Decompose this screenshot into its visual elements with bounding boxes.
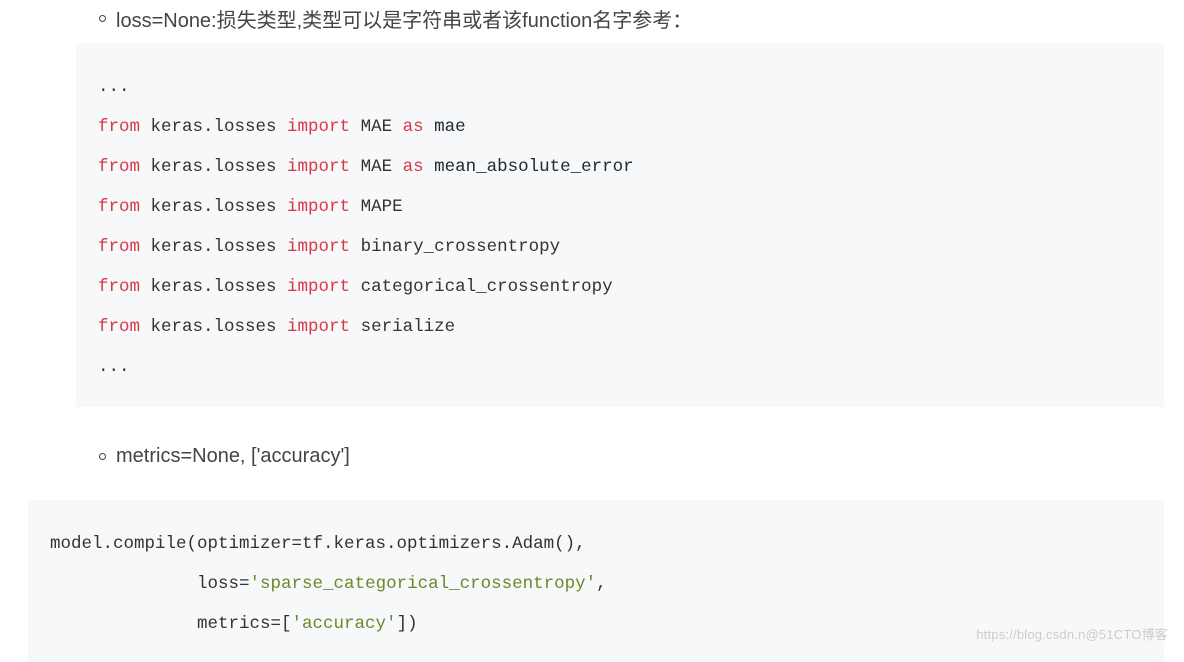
code-line: from keras.losses import MAE as mae bbox=[98, 107, 1142, 147]
bullet-icon bbox=[99, 15, 106, 22]
code-line: from keras.losses import serialize bbox=[98, 307, 1142, 347]
code-line: model.compile(optimizer=tf.keras.optimiz… bbox=[50, 524, 1142, 564]
code-line: ... bbox=[98, 347, 1142, 387]
watermark: https://blog.csdn.n@51CTO博客 bbox=[976, 624, 1168, 643]
code-line: from keras.losses import binary_crossent… bbox=[98, 227, 1142, 267]
code-line: ... bbox=[98, 67, 1142, 107]
bullet-loss: loss=None:损失类型,类型可以是字符串或者该function名字参考： bbox=[0, 0, 1184, 43]
code-line: from keras.losses import MAPE bbox=[98, 187, 1142, 227]
bullet-metrics-text: metrics=None, ['accuracy'] bbox=[116, 445, 350, 468]
code-block-losses: ... from keras.losses import MAE as mae … bbox=[76, 43, 1164, 407]
bullet-loss-text: loss=None:损失类型,类型可以是字符串或者该function名字参考： bbox=[116, 4, 692, 33]
code-line: loss='sparse_categorical_crossentropy', bbox=[50, 564, 1142, 604]
bullet-metrics: metrics=None, ['accuracy'] bbox=[0, 441, 1184, 478]
code-line: from keras.losses import MAE as mean_abs… bbox=[98, 147, 1142, 187]
code-line: from keras.losses import categorical_cro… bbox=[98, 267, 1142, 307]
bullet-icon bbox=[99, 453, 106, 460]
